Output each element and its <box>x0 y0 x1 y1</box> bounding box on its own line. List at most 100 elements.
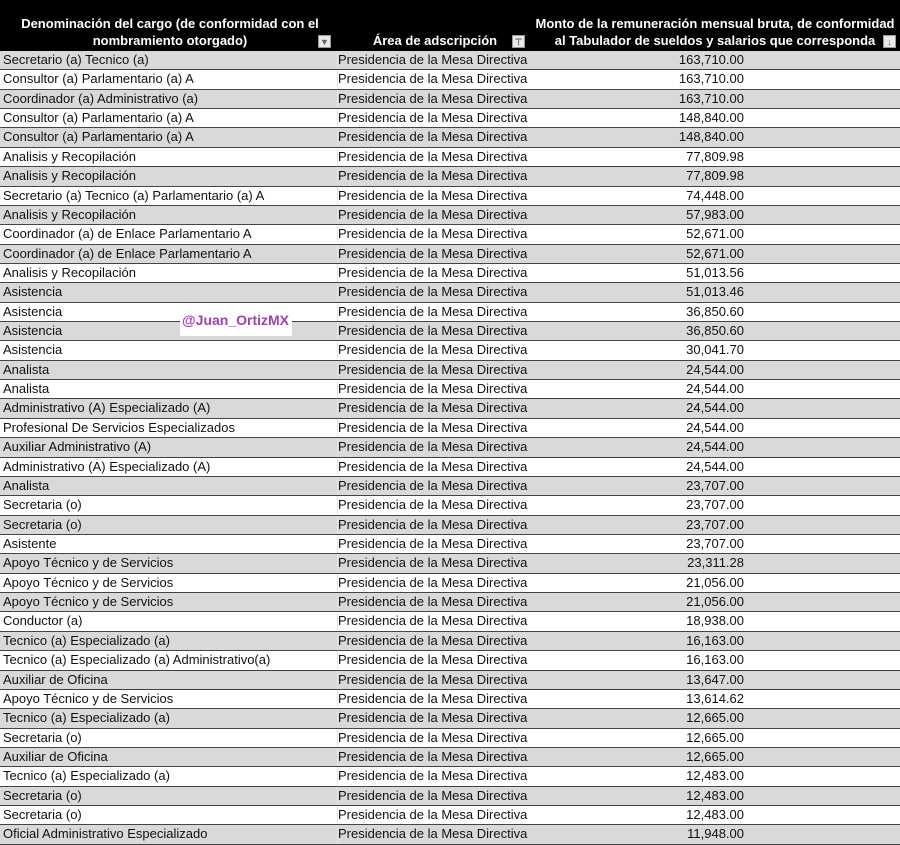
table-row[interactable]: Apoyo Técnico y de Servicios Presidencia … <box>0 593 900 613</box>
cell-area[interactable]: Presidencia de la Mesa Directiva <box>337 476 527 495</box>
table-row[interactable]: Administrativo (A) Especializado (A) Pres… <box>0 457 900 477</box>
cell-monto[interactable]: 52,671.00 <box>686 225 744 243</box>
cell-monto[interactable]: 24,544.00 <box>686 458 744 476</box>
cell-area[interactable]: Presidencia de la Mesa Directiva <box>337 786 527 805</box>
cell-area[interactable]: Presidencia de la Mesa Directiva <box>337 283 527 302</box>
table-row[interactable]: Analisis y Recopilación Presidencia de la… <box>0 263 900 284</box>
cell-cargo[interactable]: Consultor (a) Parlamentario (a) A <box>3 109 194 127</box>
cell-monto[interactable]: 163,710.00 <box>679 51 744 69</box>
cell-monto[interactable]: 21,056.00 <box>686 574 744 592</box>
cell-area[interactable]: Presidencia de la Mesa Directiva <box>337 438 527 457</box>
cell-cargo[interactable]: Apoyo Técnico y de Servicios <box>3 690 173 708</box>
cell-cargo[interactable]: Asistencia <box>3 283 62 301</box>
cell-monto[interactable]: 24,544.00 <box>686 399 744 417</box>
cell-cargo[interactable]: Secretaria (o) <box>3 496 82 514</box>
table-row[interactable]: Secretario (a) Tecnico (a) Parlamentario… <box>0 186 900 206</box>
cell-monto[interactable]: 12,483.00 <box>686 806 744 824</box>
cell-monto[interactable]: 148,840.00 <box>679 109 744 127</box>
filter-dropdown-icon[interactable]: ▼ <box>318 35 331 48</box>
cell-monto[interactable]: 23,311.28 <box>687 554 744 572</box>
cell-monto[interactable]: 23,707.00 <box>686 516 744 534</box>
cell-cargo[interactable]: Auxiliar de Oficina <box>3 748 108 766</box>
cell-cargo[interactable]: Tecnico (a) Especializado (a) <box>3 767 170 785</box>
cell-cargo[interactable]: Analista <box>3 361 49 379</box>
cell-cargo[interactable]: Asistencia <box>3 341 62 359</box>
cell-area[interactable]: Presidencia de la Mesa Directiva <box>337 612 527 631</box>
cell-area[interactable]: Presidencia de la Mesa Directiva <box>337 128 527 147</box>
cell-area[interactable]: Presidencia de la Mesa Directiva <box>337 341 527 360</box>
table-row[interactable]: Apoyo Técnico y de Servicios Presidencia … <box>0 689 900 710</box>
cell-cargo[interactable]: Secretaria (o) <box>3 516 82 534</box>
cell-area[interactable]: Presidencia de la Mesa Directiva <box>337 554 527 573</box>
table-row[interactable]: Secretaria (o) Presidencia de la Mesa Dir… <box>0 786 900 807</box>
cell-area[interactable]: Presidencia de la Mesa Directiva <box>337 651 527 670</box>
cell-cargo[interactable]: Consultor (a) Parlamentario (a) A <box>3 70 194 88</box>
table-row[interactable]: Auxiliar de Oficina Presidencia de la Mes… <box>0 670 900 690</box>
cell-cargo[interactable]: Analista <box>3 477 49 495</box>
cell-monto[interactable]: 13,647.00 <box>686 671 744 689</box>
cell-area[interactable]: Presidencia de la Mesa Directiva <box>337 670 527 689</box>
cell-cargo[interactable]: Analisis y Recopilación <box>3 264 136 282</box>
table-row[interactable]: Secretaria (o) Presidencia de la Mesa Dir… <box>0 728 900 748</box>
cell-area[interactable]: Presidencia de la Mesa Directiva <box>337 109 527 128</box>
cell-monto[interactable]: 23,707.00 <box>686 535 744 553</box>
table-row[interactable]: Tecnico (a) Especializado (a) Presidencia… <box>0 631 900 652</box>
cell-cargo[interactable]: Coordinador (a) de Enlace Parlamentario … <box>3 245 252 263</box>
table-row[interactable]: Analista Presidencia de la Mesa Directiva… <box>0 380 900 400</box>
cell-monto[interactable]: 51,013.46 <box>686 283 744 301</box>
cell-area[interactable]: Presidencia de la Mesa Directiva <box>337 747 527 766</box>
cell-cargo[interactable]: Analisis y Recopilación <box>3 206 136 224</box>
cell-monto[interactable]: 148,840.00 <box>679 128 744 146</box>
table-row[interactable]: Coordinador (a) de Enlace Parlamentario … <box>0 244 900 264</box>
cell-cargo[interactable]: Apoyo Técnico y de Servicios <box>3 574 173 592</box>
cell-area[interactable]: Presidencia de la Mesa Directiva <box>337 515 527 534</box>
cell-monto[interactable]: 51,013.56 <box>686 264 744 282</box>
cell-cargo[interactable]: Coordinador (a) Administrativo (a) <box>3 90 198 108</box>
cell-monto[interactable]: 24,544.00 <box>686 380 744 398</box>
cell-cargo[interactable]: Tecnico (a) Especializado (a) Administra… <box>3 651 270 669</box>
cell-monto[interactable]: 24,544.00 <box>686 438 744 456</box>
cell-monto[interactable]: 12,665.00 <box>686 748 744 766</box>
cell-area[interactable]: Presidencia de la Mesa Directiva <box>337 89 527 108</box>
cell-cargo[interactable]: Tecnico (a) Especializado (a) <box>3 632 170 650</box>
table-row[interactable]: Analista Presidencia de la Mesa Directiva… <box>0 360 900 381</box>
cell-monto[interactable]: 77,809.98 <box>686 167 744 185</box>
cell-area[interactable]: Presidencia de la Mesa Directiva <box>337 806 527 825</box>
cell-cargo[interactable]: Administrativo (A) Especializado (A) <box>3 458 210 476</box>
cell-monto[interactable]: 163,710.00 <box>679 90 744 108</box>
table-row[interactable]: Profesional De Servicios Especializados P… <box>0 418 900 439</box>
cell-area[interactable]: Presidencia de la Mesa Directiva <box>337 457 527 476</box>
cell-area[interactable]: Presidencia de la Mesa Directiva <box>337 689 527 708</box>
cell-area[interactable]: Presidencia de la Mesa Directiva <box>337 360 527 379</box>
table-row[interactable]: Analista Presidencia de la Mesa Directiva… <box>0 476 900 497</box>
cell-area[interactable]: Presidencia de la Mesa Directiva <box>337 302 527 321</box>
cell-area[interactable]: Presidencia de la Mesa Directiva <box>337 244 527 263</box>
cell-cargo[interactable]: Profesional De Servicios Especializados <box>3 419 235 437</box>
cell-monto[interactable]: 11,948.00 <box>687 825 744 843</box>
cell-area[interactable]: Presidencia de la Mesa Directiva <box>337 825 527 844</box>
table-row[interactable]: Apoyo Técnico y de Servicios Presidencia … <box>0 554 900 574</box>
cell-cargo[interactable]: Auxiliar Administrativo (A) <box>3 438 151 456</box>
cell-monto[interactable]: 74,448.00 <box>686 187 744 205</box>
cell-area[interactable]: Presidencia de la Mesa Directiva <box>337 225 527 244</box>
cell-cargo[interactable]: Analista <box>3 380 49 398</box>
cell-cargo[interactable]: Apoyo Técnico y de Servicios <box>3 554 173 572</box>
table-row[interactable]: Apoyo Técnico y de Servicios Presidencia … <box>0 573 900 594</box>
table-row[interactable]: Tecnico (a) Especializado (a) Administra… <box>0 651 900 671</box>
cell-area[interactable]: Presidencia de la Mesa Directiva <box>337 728 527 747</box>
table-row[interactable]: Asistencia Presidencia de la Mesa Directi… <box>0 283 900 303</box>
cell-area[interactable]: Presidencia de la Mesa Directiva <box>337 380 527 399</box>
cell-area[interactable]: Presidencia de la Mesa Directiva <box>337 322 527 341</box>
table-row[interactable]: Tecnico (a) Especializado (a) Presidencia… <box>0 709 900 729</box>
cell-area[interactable]: Presidencia de la Mesa Directiva <box>337 167 527 186</box>
cell-monto[interactable]: 36,850.60 <box>686 303 744 321</box>
cell-area[interactable]: Presidencia de la Mesa Directiva <box>337 534 527 553</box>
cell-cargo[interactable]: Oficial Administrativo Especializado <box>3 825 207 843</box>
cell-area[interactable]: Presidencia de la Mesa Directiva <box>337 418 527 437</box>
table-row[interactable]: Asistencia Presidencia de la Mesa Directi… <box>0 322 900 342</box>
cell-monto[interactable]: 13,614.62 <box>686 690 744 708</box>
table-row[interactable]: Analisis y Recopilación Presidencia de la… <box>0 167 900 187</box>
cell-area[interactable]: Presidencia de la Mesa Directiva <box>337 51 527 69</box>
table-row[interactable]: Oficial Administrativo Especializado Pres… <box>0 825 900 845</box>
table-row[interactable]: Consultor (a) Parlamentario (a) A Preside… <box>0 109 900 129</box>
